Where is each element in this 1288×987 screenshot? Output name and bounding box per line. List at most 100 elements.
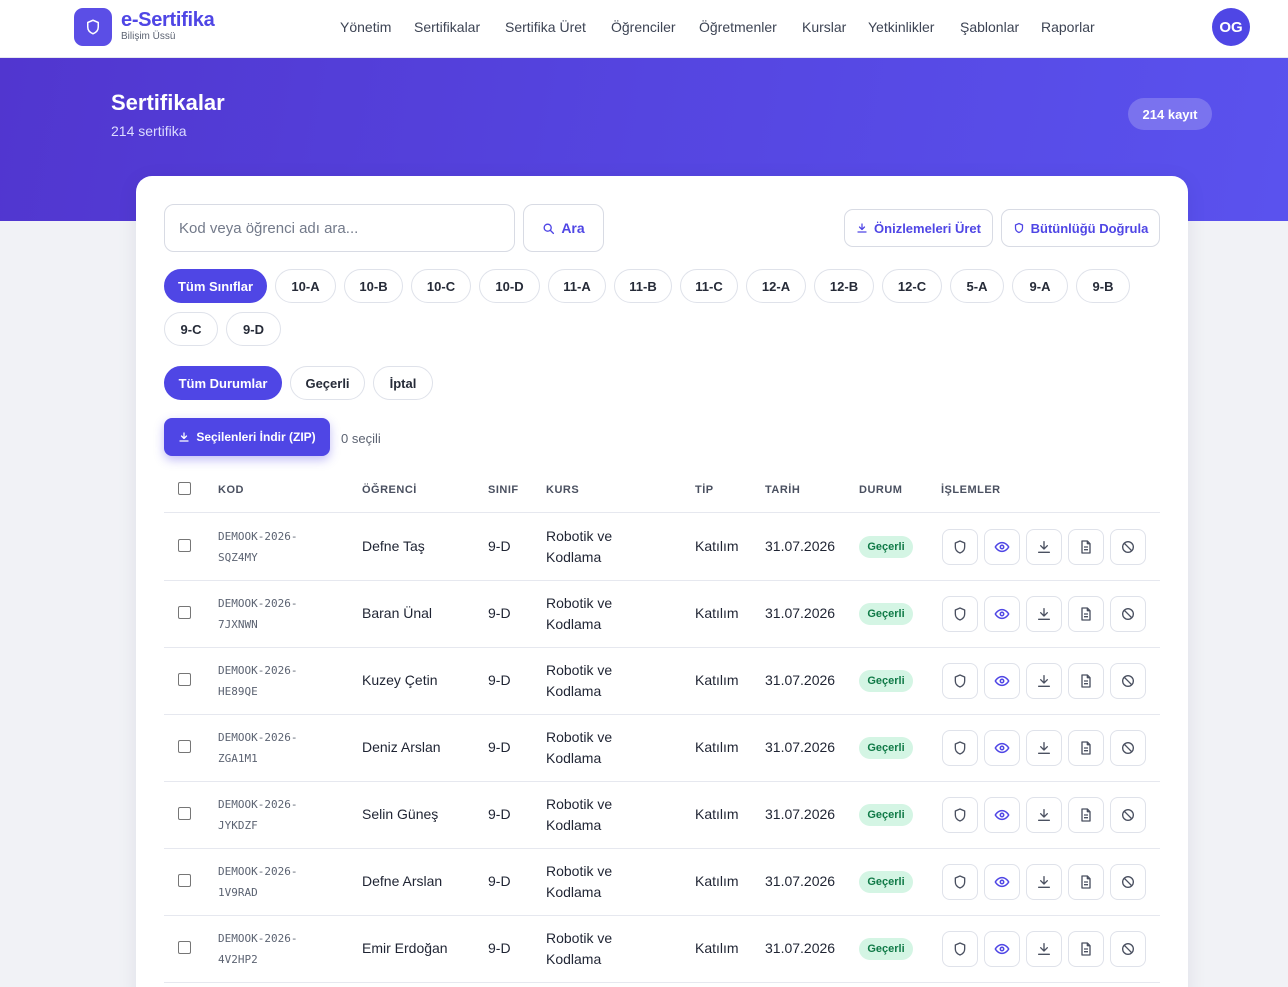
certificate-type: Katılım: [695, 805, 739, 822]
document-button[interactable]: [1068, 863, 1104, 900]
class-filter-all[interactable]: Tüm Sınıflar: [164, 269, 267, 303]
certificate-code-prefix: DEMOOK-2026-: [218, 730, 298, 744]
class-filter-9-b[interactable]: 9-B: [1076, 269, 1130, 303]
shield-icon: [952, 807, 968, 823]
certificate-code: DEMOOK-2026- SQZ4MY: [218, 526, 297, 568]
revoke-button[interactable]: [1110, 528, 1146, 565]
class-filter-10-c[interactable]: 10-C: [411, 269, 471, 303]
download-button[interactable]: [1026, 729, 1062, 766]
row-checkbox[interactable]: [178, 940, 191, 954]
verify-button[interactable]: [942, 528, 978, 565]
course-name-line1: Robotik ve: [546, 594, 613, 611]
verify-button[interactable]: [942, 662, 978, 699]
row-divider: [164, 781, 1160, 782]
student-class: 9-D: [488, 872, 511, 889]
class-filter-10-a[interactable]: 10-A: [275, 269, 336, 303]
view-button[interactable]: [984, 930, 1020, 967]
view-button[interactable]: [984, 863, 1020, 900]
document-icon: [1078, 874, 1094, 890]
view-button[interactable]: [984, 528, 1020, 565]
download-button[interactable]: [1026, 595, 1062, 632]
class-filter-11-a[interactable]: 11-A: [548, 269, 606, 303]
download-button[interactable]: [1026, 930, 1062, 967]
generate-previews-button[interactable]: Önizlemeleri Üret: [844, 209, 993, 247]
document-button[interactable]: [1068, 796, 1104, 833]
certificate-code-prefix: DEMOOK-2026-: [218, 529, 298, 543]
document-button[interactable]: [1068, 662, 1104, 699]
generate-previews-label: Önizlemeleri Üret: [874, 220, 981, 236]
document-icon: [1078, 539, 1094, 555]
view-button[interactable]: [984, 796, 1020, 833]
course-name-line2: Kodlama: [546, 816, 602, 833]
row-checkbox[interactable]: [178, 605, 191, 619]
class-filter-9-d[interactable]: 9-D: [226, 312, 281, 346]
verify-button[interactable]: [942, 729, 978, 766]
certificate-code-prefix: DEMOOK-2026-: [218, 797, 298, 811]
class-filter-5-a[interactable]: 5-A: [950, 269, 1004, 303]
revoke-button[interactable]: [1110, 863, 1146, 900]
class-filter-12-b[interactable]: 12-B: [814, 269, 874, 303]
class-filter-11-c[interactable]: 11-C: [680, 269, 738, 303]
download-button[interactable]: [1026, 528, 1062, 565]
certificate-code: DEMOOK-2026- 4V2HP2: [218, 928, 297, 970]
verify-integrity-button[interactable]: Bütünlüğü Doğrula: [1001, 209, 1160, 247]
certificate-code-suffix: ZGA1M1: [218, 751, 258, 765]
document-button[interactable]: [1068, 930, 1104, 967]
class-filter-10-b[interactable]: 10-B: [344, 269, 403, 303]
status-badge: Geçerli: [859, 937, 913, 960]
verify-button[interactable]: [942, 595, 978, 632]
row-checkbox[interactable]: [178, 806, 191, 820]
download-button[interactable]: [1026, 863, 1062, 900]
verify-button[interactable]: [942, 930, 978, 967]
table-header-divider: [164, 512, 1160, 513]
student-name: Baran Ünal: [362, 604, 433, 621]
download-button[interactable]: [1026, 662, 1062, 699]
download-icon: [857, 223, 867, 233]
column-header-course: KURS: [546, 484, 580, 496]
download-selected-zip-button[interactable]: Seçilenleri İndir (ZIP): [164, 418, 330, 456]
verify-button[interactable]: [942, 796, 978, 833]
row-divider: [164, 982, 1160, 983]
revoke-button[interactable]: [1110, 662, 1146, 699]
view-button[interactable]: [984, 729, 1020, 766]
certificate-type: Katılım: [695, 738, 739, 755]
download-button[interactable]: [1026, 796, 1062, 833]
view-button[interactable]: [984, 595, 1020, 632]
row-checkbox[interactable]: [178, 739, 191, 753]
search-button[interactable]: Ara: [523, 204, 604, 252]
document-button[interactable]: [1068, 595, 1104, 632]
row-checkbox[interactable]: [178, 672, 191, 686]
course-name-line2: Kodlama: [546, 883, 602, 900]
document-button[interactable]: [1068, 528, 1104, 565]
certificate-code: DEMOOK-2026- HE89QE: [218, 660, 297, 702]
status-filter-valid[interactable]: Geçerli: [290, 366, 365, 400]
class-filter-9-a[interactable]: 9-A: [1012, 269, 1068, 303]
certificate-code: DEMOOK-2026- 7JXNWN: [218, 593, 297, 635]
revoke-button[interactable]: [1110, 729, 1146, 766]
status-filter-cancelled[interactable]: İptal: [373, 366, 433, 400]
status-filter-all[interactable]: Tüm Durumlar: [164, 366, 282, 400]
select-all-checkbox[interactable]: [178, 482, 191, 495]
search-input[interactable]: [164, 204, 515, 252]
column-header-actions: İŞLEMLER: [941, 484, 1001, 496]
certificate-date: 31.07.2026: [765, 805, 836, 822]
class-filter-10-d[interactable]: 10-D: [479, 269, 540, 303]
row-checkbox[interactable]: [178, 873, 191, 887]
class-filter-12-c[interactable]: 12-C: [882, 269, 942, 303]
document-icon: [1078, 807, 1094, 823]
eye-icon: [994, 539, 1010, 555]
revoke-button[interactable]: [1110, 595, 1146, 632]
document-icon: [1078, 606, 1094, 622]
view-button[interactable]: [984, 662, 1020, 699]
certificate-code-prefix: DEMOOK-2026-: [218, 596, 298, 610]
certificate-code-suffix: JYKDZF: [218, 818, 258, 832]
class-filter-11-b[interactable]: 11-B: [614, 269, 672, 303]
revoke-button[interactable]: [1110, 930, 1146, 967]
revoke-button[interactable]: [1110, 796, 1146, 833]
class-filter-9-c[interactable]: 9-C: [164, 312, 218, 346]
student-class: 9-D: [488, 604, 511, 621]
verify-button[interactable]: [942, 863, 978, 900]
document-button[interactable]: [1068, 729, 1104, 766]
row-checkbox[interactable]: [178, 538, 191, 552]
class-filter-12-a[interactable]: 12-A: [746, 269, 806, 303]
